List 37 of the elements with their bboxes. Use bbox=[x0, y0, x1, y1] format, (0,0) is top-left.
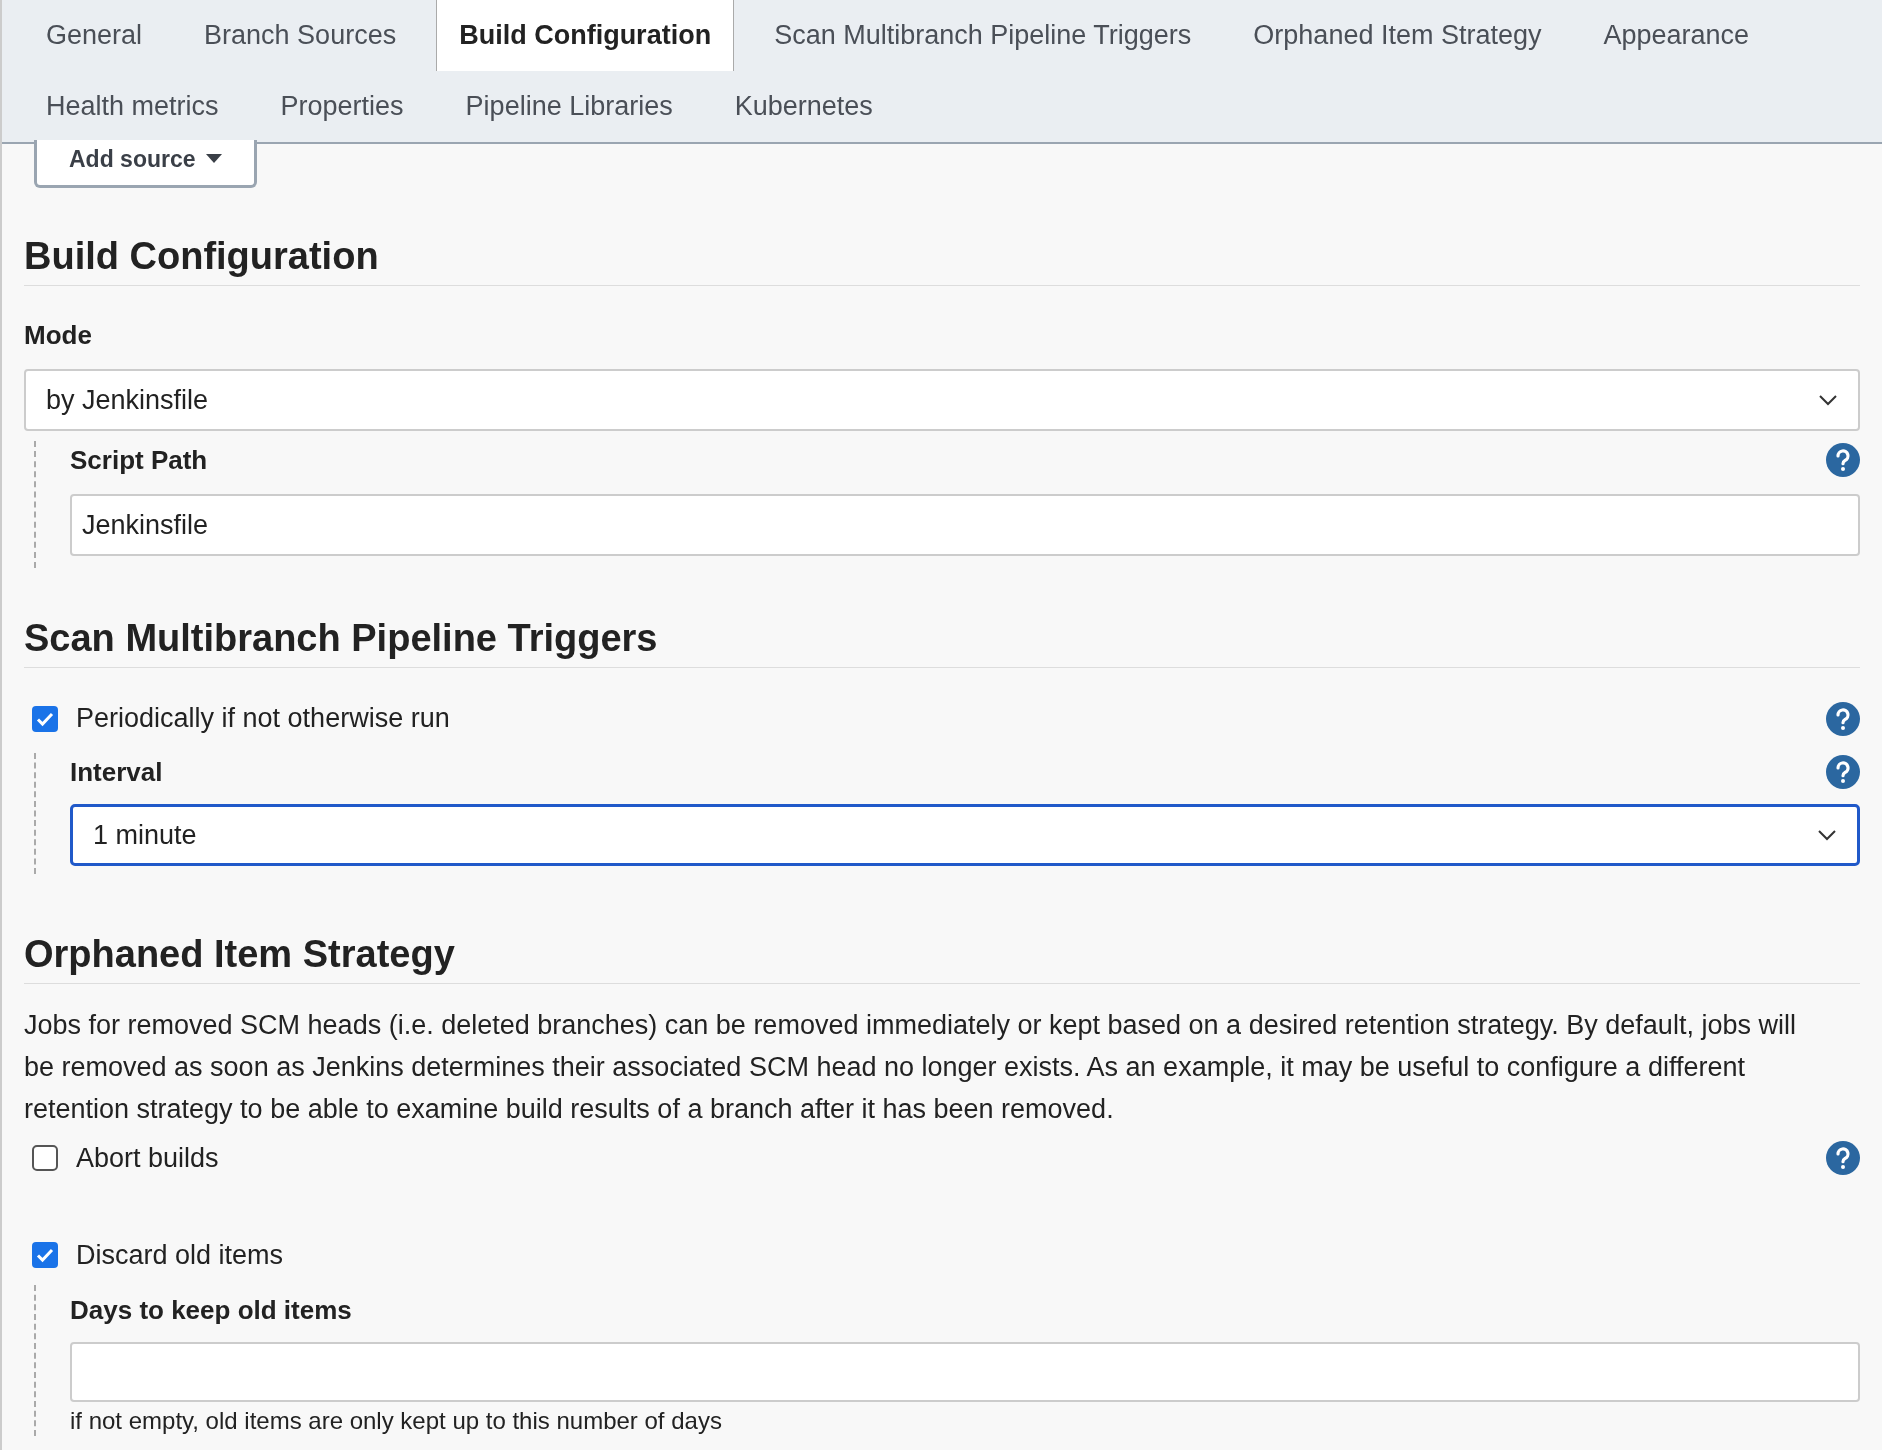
checkbox[interactable] bbox=[32, 705, 58, 732]
days-field[interactable] bbox=[70, 1342, 1860, 1403]
help-text: if not empty, old items are only kept up to this number of days bbox=[70, 1406, 723, 1437]
checkbox-label: Periodically if not otherwise run bbox=[76, 702, 450, 736]
description-text: Jobs for removed SCM heads (i.e. deleted branches) can be removed immediately or kept based on a desired retention strategy. By default, jobs will be removed as soon as Jenkins determines their associated SCM head no longer exists. As an example, it may be useful to configure a different retention strategy to be able to examine build results of a branch after it has been removed. bbox=[24, 1009, 1797, 1127]
tab[interactable]: Orphaned Item Strategy bbox=[1231, 0, 1564, 71]
field-label: Script Path bbox=[70, 443, 208, 477]
help-icon[interactable] bbox=[1826, 755, 1860, 790]
tab[interactable]: Properties bbox=[258, 71, 426, 142]
tab[interactable]: Pipeline Libraries bbox=[443, 71, 695, 142]
checkbox-label: Abort builds bbox=[76, 1142, 219, 1176]
help-icon[interactable] bbox=[1826, 1141, 1860, 1176]
chevron-down-icon bbox=[1818, 393, 1838, 406]
field-label: Mode bbox=[24, 318, 93, 352]
tab[interactable]: Kubernetes bbox=[712, 71, 895, 142]
script-path-field[interactable]: Jenkinsfile bbox=[70, 493, 1860, 556]
section-heading: Build Configuration bbox=[24, 231, 1860, 286]
tab[interactable]: Health metrics bbox=[24, 71, 241, 142]
mode-select[interactable]: by Jenkinsfile bbox=[24, 368, 1860, 431]
caret-icon bbox=[205, 154, 222, 165]
tab[interactable]: General bbox=[24, 0, 165, 71]
tab[interactable]: Appearance bbox=[1581, 0, 1772, 71]
section-heading: Scan Multibranch Pipeline Triggers bbox=[24, 613, 1860, 669]
checkbox[interactable] bbox=[32, 1241, 58, 1268]
tab[interactable]: Scan Multibranch Pipeline Triggers bbox=[752, 0, 1214, 71]
section-heading: Orphaned Item Strategy bbox=[24, 929, 1860, 985]
help-icon[interactable] bbox=[1826, 443, 1860, 478]
interval-select[interactable]: 1 minute bbox=[70, 803, 1860, 866]
chevron-down-icon bbox=[1817, 828, 1837, 841]
tab[interactable]: Branch Sources bbox=[182, 0, 419, 71]
checkbox-label: Discard old items bbox=[76, 1238, 284, 1272]
checkbox[interactable] bbox=[32, 1145, 58, 1172]
field-label: Interval bbox=[70, 755, 163, 789]
help-icon[interactable] bbox=[1826, 701, 1860, 736]
field-label: Days to keep old items bbox=[70, 1294, 353, 1328]
add-source-button[interactable]: Add source bbox=[34, 140, 257, 188]
tab[interactable]: Build Configuration bbox=[436, 0, 735, 71]
